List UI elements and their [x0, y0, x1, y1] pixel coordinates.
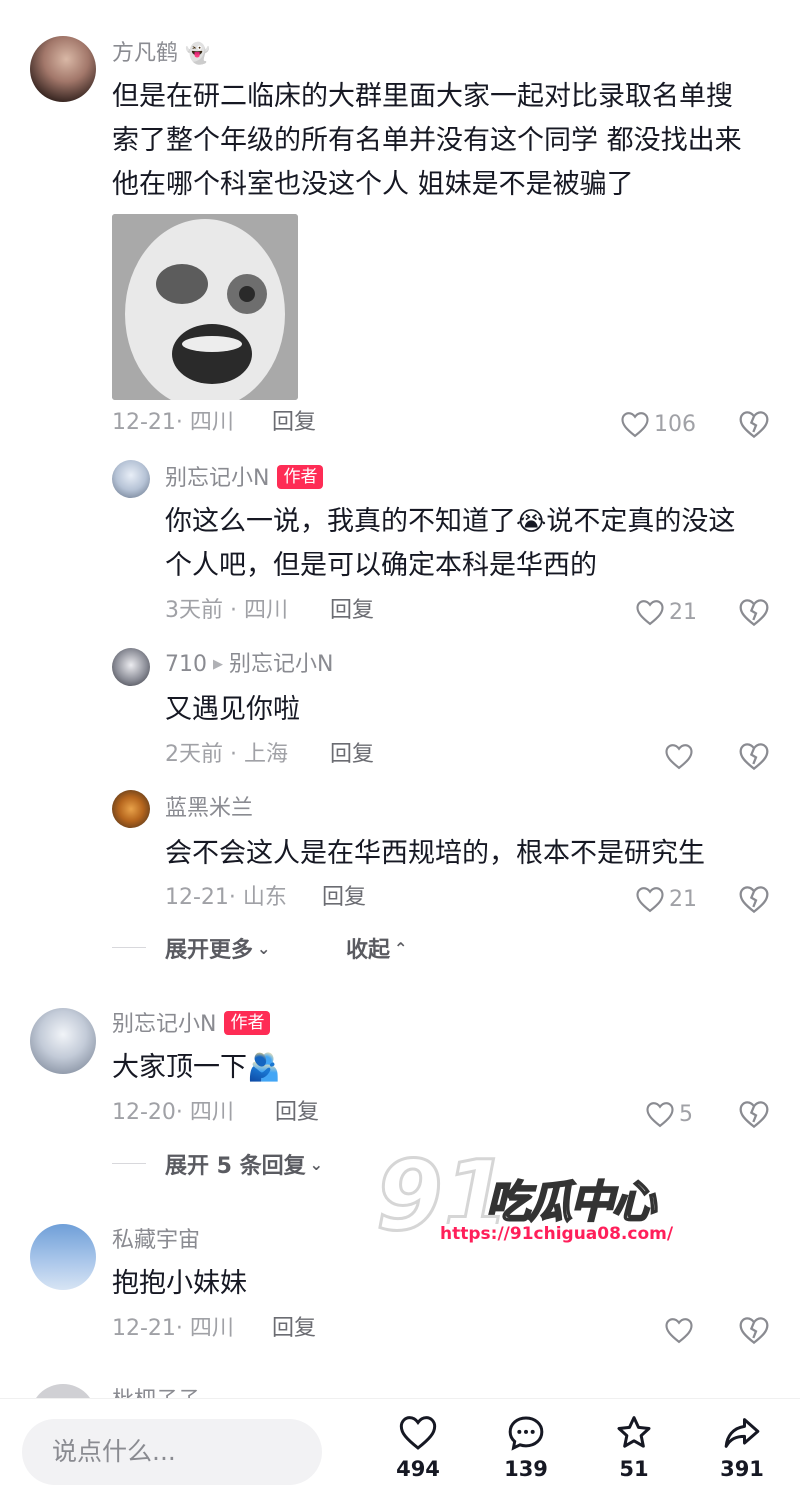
- like-post-button[interactable]: 494: [378, 1413, 458, 1481]
- like-button[interactable]: 106: [620, 408, 696, 440]
- like-button[interactable]: 5: [645, 1098, 693, 1130]
- comment-meta: 12-21· 四川: [112, 410, 234, 435]
- comment-username[interactable]: 710 ▶ 别忘记小N: [165, 650, 333, 680]
- like-count: 21: [669, 599, 697, 625]
- hug-emoji-icon: 🫂: [247, 1052, 281, 1083]
- expand-more-button[interactable]: 展开更多 ⌄: [165, 932, 270, 964]
- author-badge: 作者: [277, 465, 324, 489]
- ghost-emoji-icon: 👻: [185, 41, 210, 65]
- reply-button[interactable]: 回复: [275, 1098, 319, 1128]
- share-button[interactable]: 391: [702, 1413, 782, 1481]
- share-count: 391: [720, 1457, 764, 1481]
- comment-meta: 2天前 · 上海: [165, 742, 288, 767]
- expand-replies-button[interactable]: 展开 5 条回复 ⌄: [165, 1148, 323, 1180]
- broken-heart-icon[interactable]: [738, 883, 770, 915]
- share-arrow-icon: [724, 1418, 760, 1448]
- avatar[interactable]: [112, 790, 150, 828]
- like-count: 5: [679, 1101, 693, 1127]
- partial-comment: 枇杷子子: [30, 1380, 770, 1400]
- broken-heart-icon[interactable]: [738, 596, 770, 628]
- comment-username[interactable]: 蓝黑米兰: [165, 794, 253, 824]
- like-button[interactable]: [664, 740, 694, 772]
- comment-button[interactable]: 139: [486, 1413, 566, 1481]
- comment-text: 但是在研二临床的大群里面大家一起对比录取名单搜 索了整个年级的所有名单并没有这个…: [112, 81, 742, 200]
- comment-username[interactable]: 私藏宇宙: [112, 1226, 200, 1256]
- favorite-button[interactable]: 51: [594, 1413, 674, 1481]
- comment-bubble-icon: [508, 1416, 544, 1451]
- heart-icon: [636, 887, 664, 913]
- avatar[interactable]: [112, 648, 150, 686]
- comment-text: 大家顶一下🫂: [112, 1052, 281, 1083]
- heart-icon: [646, 1102, 674, 1128]
- comment-count: 139: [504, 1457, 548, 1481]
- reply-button[interactable]: 回复: [330, 740, 374, 770]
- avatar[interactable]: [30, 1008, 96, 1074]
- avatar[interactable]: [112, 460, 150, 498]
- heart-icon: [636, 600, 664, 626]
- divider: [112, 1163, 146, 1164]
- comment-username[interactable]: 方凡鹤 👻: [112, 38, 210, 69]
- like-button[interactable]: 21: [635, 596, 697, 628]
- broken-heart-icon[interactable]: [738, 740, 770, 772]
- bottom-action-bar: 说点什么... 494 139 51 391: [0, 1398, 800, 1488]
- comment-username[interactable]: 别忘记小N 作者: [165, 464, 324, 494]
- comment-meta: 12-20· 四川: [112, 1100, 234, 1125]
- chevron-down-icon: ⌄: [257, 938, 271, 958]
- comment-text: 又遇见你啦: [165, 694, 300, 725]
- watermark-url: https://91chigua08.com/: [434, 1224, 680, 1244]
- watermark-title: 吃瓜中心: [485, 1176, 657, 1229]
- like-count: 106: [654, 411, 696, 437]
- reply-button[interactable]: 回复: [322, 883, 366, 913]
- like-button[interactable]: 21: [635, 883, 697, 915]
- comment-text: 你这么一说，我真的不知道了😭说不定真的没这 个人吧，但是可以确定本科是华西的: [165, 506, 736, 581]
- chevron-up-icon: ⌃: [394, 938, 408, 958]
- comment-text: 抱抱小妹妹: [112, 1268, 247, 1299]
- divider: [112, 947, 146, 948]
- meme-image[interactable]: [112, 214, 298, 400]
- collapse-button[interactable]: 收起 ⌃: [346, 932, 407, 964]
- heart-icon: [399, 1416, 437, 1450]
- heart-icon: [665, 744, 693, 770]
- star-icon: [617, 1416, 651, 1448]
- heart-icon: [621, 412, 649, 438]
- favorite-count: 51: [619, 1457, 649, 1481]
- reply-to-arrow-icon: ▶: [213, 657, 223, 672]
- watermark-number: 91: [375, 1139, 512, 1254]
- like-count: 494: [396, 1457, 440, 1481]
- watermark: 91 吃瓜中心 https://91chigua08.com/: [375, 1139, 680, 1256]
- comment-meta: 12-21· 山东: [165, 885, 287, 910]
- like-button[interactable]: [664, 1314, 694, 1346]
- like-count: 21: [669, 886, 697, 912]
- broken-heart-icon[interactable]: [738, 408, 770, 440]
- avatar[interactable]: [30, 1224, 96, 1290]
- comment-username[interactable]: 别忘记小N 作者: [112, 1010, 271, 1040]
- broken-heart-icon[interactable]: [738, 1098, 770, 1130]
- heart-icon: [665, 1318, 693, 1344]
- reply-button[interactable]: 回复: [272, 408, 316, 438]
- comment-meta: 3天前 · 四川: [165, 598, 288, 623]
- reply-button[interactable]: 回复: [330, 596, 374, 626]
- broken-heart-icon[interactable]: [738, 1314, 770, 1346]
- comment-meta: 12-21· 四川: [112, 1316, 234, 1341]
- comment-input[interactable]: 说点什么...: [22, 1419, 322, 1485]
- crying-emoji-icon: 😭: [516, 507, 547, 537]
- author-badge: 作者: [224, 1011, 271, 1035]
- comment-text: 会不会这人是在华西规培的，根本不是研究生: [165, 838, 705, 869]
- avatar[interactable]: [30, 36, 96, 102]
- chevron-down-icon: ⌄: [309, 1154, 324, 1174]
- reply-button[interactable]: 回复: [272, 1314, 316, 1344]
